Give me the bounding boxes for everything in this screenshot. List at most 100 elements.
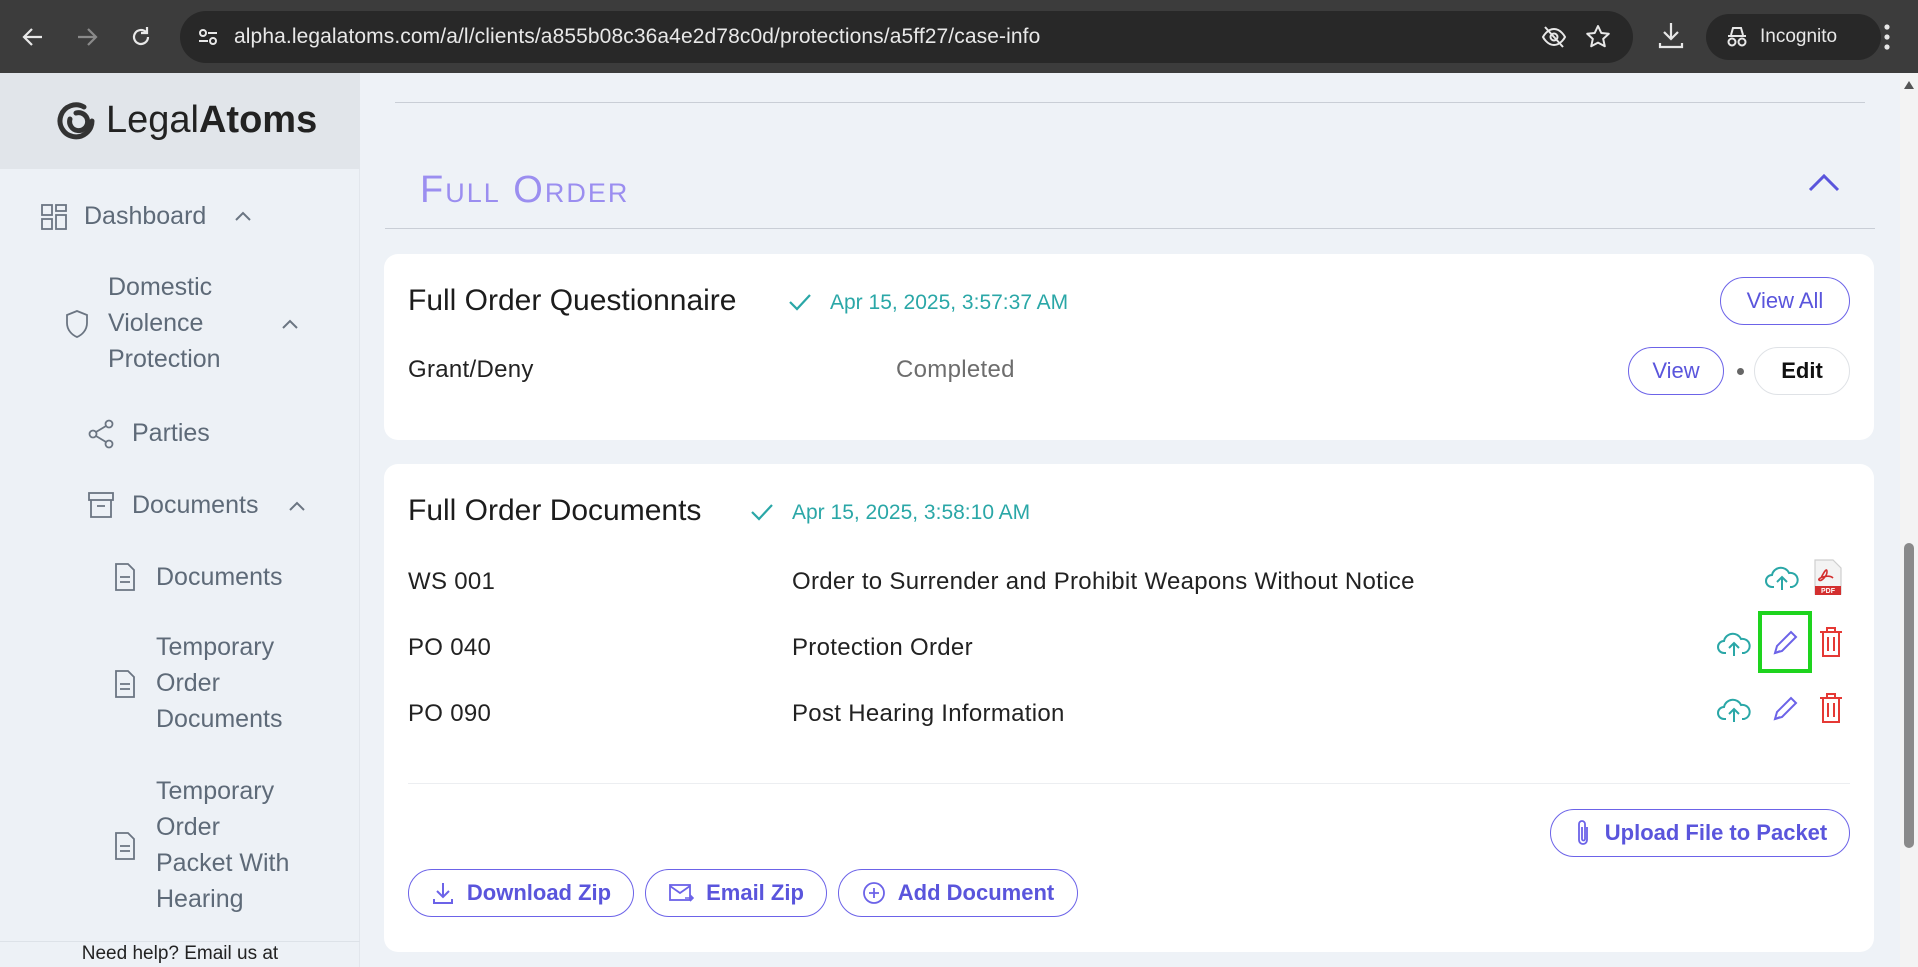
sidebar: LegalAtoms Dashboard Domestic Violence P… <box>0 73 360 967</box>
legalatoms-logo-icon <box>57 102 95 140</box>
sidebar-item-label-line3: Protection <box>108 345 221 373</box>
email-zip-button[interactable]: Email Zip <box>645 869 827 917</box>
back-button[interactable] <box>16 20 50 54</box>
scrollbar[interactable] <box>1900 73 1918 967</box>
documents-card: Full Order Documents Apr 15, 2025, 3:58:… <box>384 464 1874 952</box>
questionnaire-timestamp: Apr 15, 2025, 3:57:37 AM <box>830 291 1069 314</box>
logo-text-bold: Atoms <box>198 99 318 141</box>
sidebar-item-label-line4: Hearing <box>156 885 244 913</box>
sidebar-item-label-line1: Temporary <box>156 777 275 805</box>
check-icon <box>751 504 773 521</box>
document-code: PO 040 <box>408 634 492 661</box>
incognito-label: Incognito <box>1760 26 1838 47</box>
section-title: Full Order <box>420 169 630 211</box>
arrow-left-icon <box>22 28 42 46</box>
questionnaire-row-status: Completed <box>896 356 1015 383</box>
sidebar-item-documents[interactable]: Documents <box>0 557 360 601</box>
section-divider <box>385 228 1875 229</box>
trash-icon[interactable] <box>1818 626 1844 658</box>
archive-icon <box>88 492 114 518</box>
sidebar-item-temporary-order-packet[interactable]: Temporary Order Packet With Hearing <box>0 773 360 921</box>
questionnaire-row-name: Grant/Deny <box>408 356 534 383</box>
eye-off-icon[interactable] <box>1541 24 1567 50</box>
logo-text: LegalAtoms <box>106 99 317 142</box>
shield-icon <box>66 310 88 338</box>
site-info-icon[interactable] <box>196 25 220 49</box>
sidebar-item-dashboard[interactable]: Dashboard <box>0 193 360 243</box>
upload-file-button[interactable]: Upload File to Packet <box>1550 809 1850 857</box>
svg-text:PDF: PDF <box>1821 588 1836 595</box>
address-bar[interactable]: alpha.legalatoms.com/a/l/clients/a855b08… <box>180 11 1633 63</box>
reload-button[interactable] <box>124 20 158 54</box>
main-content: Full Order Full Order Questionnaire Apr … <box>360 73 1900 967</box>
questionnaire-card: Full Order Questionnaire Apr 15, 2025, 3… <box>384 254 1874 440</box>
file-icon <box>115 563 135 591</box>
pdf-icon[interactable]: PDF <box>1812 558 1844 596</box>
reload-icon <box>132 27 150 46</box>
collapse-chevron-icon[interactable] <box>1807 171 1841 193</box>
edit-button[interactable]: Edit <box>1754 347 1850 395</box>
share-icon <box>88 419 114 449</box>
cloud-upload-icon[interactable] <box>1717 696 1751 724</box>
divider <box>395 102 1865 103</box>
kebab-menu-icon[interactable] <box>1882 22 1892 52</box>
incognito-badge[interactable]: Incognito <box>1706 14 1881 60</box>
chevron-up-icon <box>282 319 298 329</box>
download-icon <box>432 883 453 904</box>
browser-toolbar: alpha.legalatoms.com/a/l/clients/a855b08… <box>0 0 1918 73</box>
add-document-button[interactable]: Add Document <box>838 869 1078 917</box>
email-icon <box>669 884 695 902</box>
pencil-icon[interactable] <box>1771 627 1799 657</box>
sidebar-item-label-line2: Violence <box>108 309 204 337</box>
logo-text-light: Legal <box>106 99 199 141</box>
arrow-right-icon <box>78 28 98 46</box>
chevron-up-icon <box>235 211 251 221</box>
cloud-upload-icon[interactable] <box>1717 630 1751 658</box>
download-zip-label: Download Zip <box>466 880 612 905</box>
separator-dot <box>1737 368 1744 375</box>
sidebar-item-label-line3: Documents <box>156 705 283 733</box>
scroll-up-arrow-icon[interactable] <box>1904 81 1914 89</box>
check-icon <box>789 294 811 311</box>
sidebar-item-label-line1: Domestic <box>108 273 213 301</box>
plus-circle-icon <box>862 882 885 904</box>
sidebar-item-domestic-violence-protection[interactable]: Domestic Violence Protection <box>0 269 360 381</box>
scrollbar-thumb[interactable] <box>1904 543 1914 848</box>
document-name[interactable]: Protection Order <box>792 634 973 662</box>
help-text: Need help? Email us at <box>81 943 279 964</box>
upload-file-label: Upload File to Packet <box>1604 820 1828 845</box>
star-icon[interactable] <box>1585 24 1611 50</box>
sidebar-item-label: Documents <box>156 563 283 591</box>
documents-title: Full Order Documents <box>408 494 702 527</box>
sidebar-item-label-line1: Temporary <box>156 633 275 661</box>
logo[interactable]: LegalAtoms <box>0 73 360 169</box>
file-icon <box>115 832 135 860</box>
sidebar-item-documents-group[interactable]: Documents <box>0 485 360 529</box>
documents-timestamp: Apr 15, 2025, 3:58:10 AM <box>792 501 1031 524</box>
sidebar-item-label: Documents <box>132 491 259 519</box>
sidebar-item-label-line3: Packet With <box>156 849 290 877</box>
document-name[interactable]: Order to Surrender and Prohibit Weapons … <box>792 568 1415 596</box>
sidebar-item-label: Dashboard <box>84 202 207 230</box>
download-icon[interactable] <box>1656 20 1686 50</box>
document-code: WS 001 <box>408 568 496 595</box>
download-zip-button[interactable]: Download Zip <box>408 869 634 917</box>
forward-button[interactable] <box>70 20 104 54</box>
file-icon <box>115 670 135 698</box>
sidebar-item-label-line2: Order <box>156 669 220 697</box>
document-code: PO 090 <box>408 700 492 727</box>
sidebar-item-temporary-order-documents[interactable]: Temporary Order Documents <box>0 629 360 741</box>
trash-icon[interactable] <box>1818 692 1844 724</box>
sidebar-item-label-line2: Order <box>156 813 220 841</box>
add-document-label: Add Document <box>897 880 1055 905</box>
sidebar-divider <box>0 941 360 942</box>
url-text: alpha.legalatoms.com/a/l/clients/a855b08… <box>234 25 1041 48</box>
document-name[interactable]: Post Hearing Information <box>792 700 1065 728</box>
questionnaire-title: Full Order Questionnaire <box>408 284 737 317</box>
pencil-icon[interactable] <box>1771 693 1799 723</box>
cloud-upload-icon[interactable] <box>1765 564 1799 592</box>
sidebar-item-parties[interactable]: Parties <box>0 413 360 457</box>
view-all-button[interactable]: View All <box>1720 277 1850 325</box>
view-button[interactable]: View <box>1628 347 1724 395</box>
incognito-icon <box>1727 27 1747 47</box>
